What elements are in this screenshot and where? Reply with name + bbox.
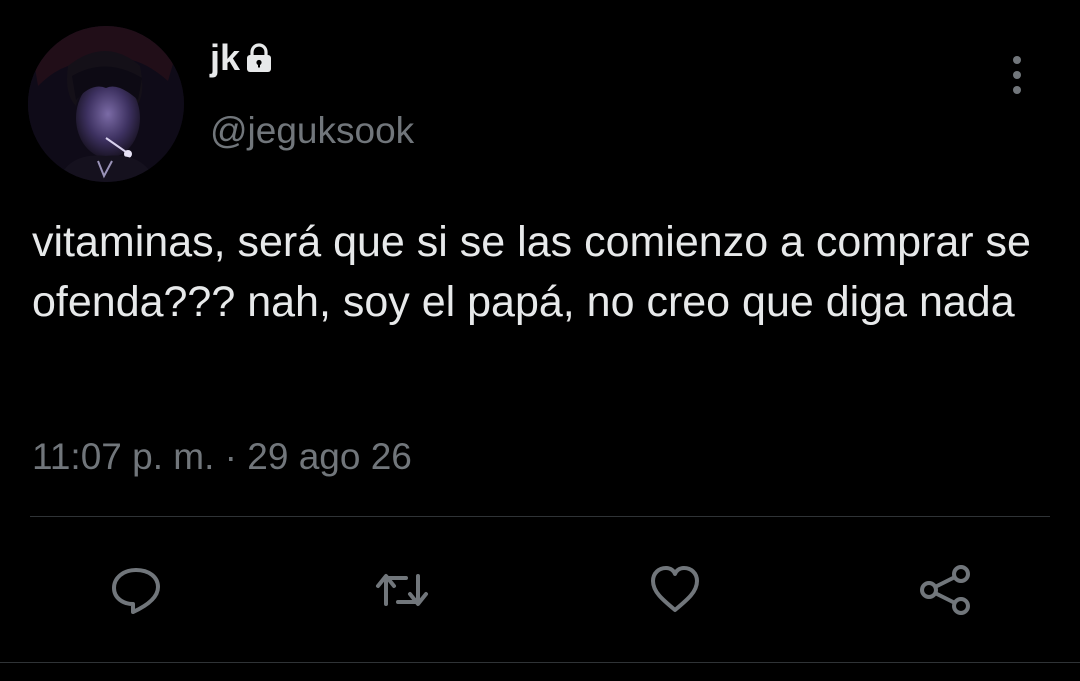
more-options-button[interactable] [1000,50,1034,100]
reply-button[interactable] [104,558,168,622]
like-button[interactable] [643,558,707,622]
retweet-icon [376,574,428,606]
meta-separator: · [224,436,237,477]
bottom-divider [0,662,1080,663]
more-vertical-icon [1013,56,1021,94]
avatar[interactable] [28,26,184,182]
user-handle[interactable]: @jeguksook [210,112,414,149]
heart-icon [651,566,699,612]
tweet-text: vitaminas, será que si se las comienzo a… [32,218,1031,326]
retweet-button[interactable] [370,558,434,622]
share-button[interactable] [913,558,977,622]
display-name-row[interactable]: jk [210,40,274,76]
reply-icon [112,568,160,614]
share-icon [920,565,970,615]
divider [30,516,1050,517]
tweet-time: 11:07 p. m. [32,436,215,477]
lock-icon [244,42,274,74]
tweet-timestamp[interactable]: 11:07 p. m. · 29 ago 26 [32,438,412,475]
tweet-date: 29 ago 26 [247,436,412,477]
display-name[interactable]: jk [210,40,240,76]
